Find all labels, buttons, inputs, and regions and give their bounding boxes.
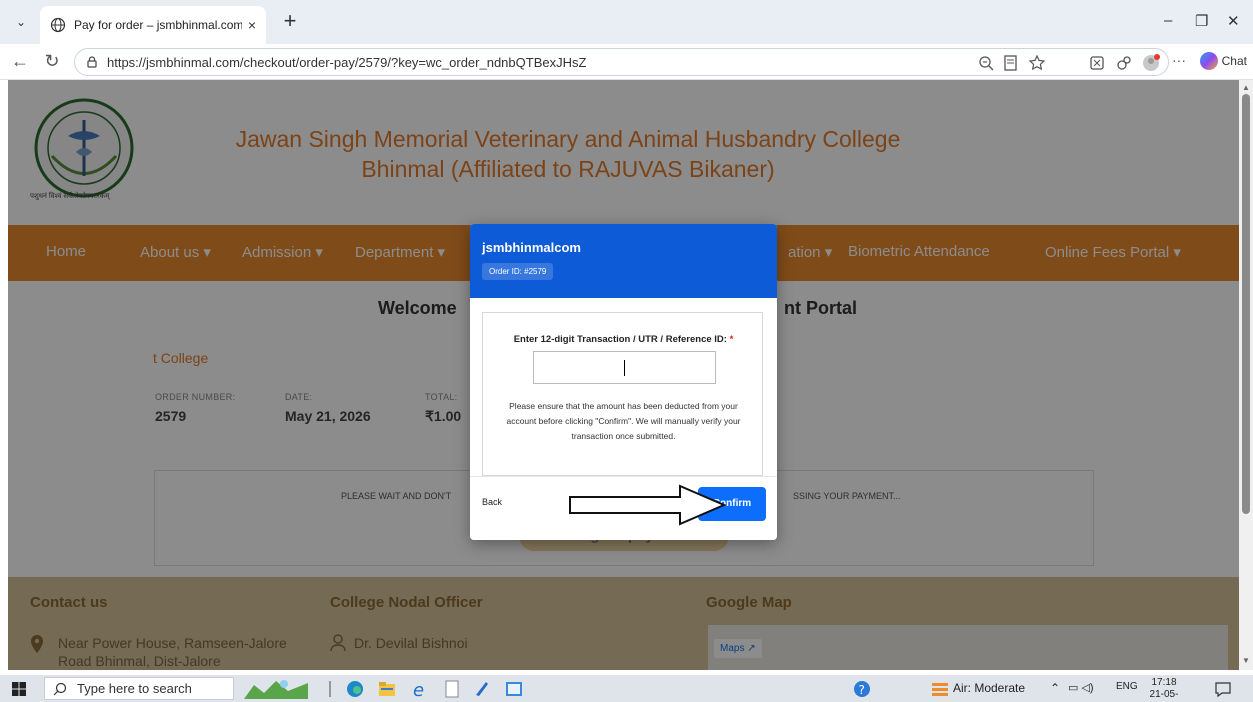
modal-header: jsmbhinmalcom Order ID: #2579 [470,224,777,298]
browser-tab-bar: ⌄ Pay for order – jsmbhinmal.com × + – ❐… [0,0,1253,44]
required-mark: * [729,334,734,345]
air-quality-text[interactable]: Air: Moderate [953,681,1025,695]
collections-icon[interactable] [1115,54,1133,72]
scroll-down-icon[interactable]: ▼ [1242,656,1250,665]
globe-icon [50,17,66,33]
close-window-button[interactable]: ✕ [1227,12,1240,30]
text-cursor [624,360,625,376]
windows-start-icon[interactable] [12,682,26,696]
zoom-icon[interactable] [977,54,995,72]
taskbar-search[interactable]: Type here to search [44,677,234,700]
reader-view-icon[interactable] [1002,54,1020,72]
svg-text:?: ? [859,683,865,697]
file-explorer-icon[interactable] [377,679,397,699]
tray-chevron-icon[interactable]: ⌃ [1050,681,1060,695]
back-arrow-icon[interactable]: ← [10,52,30,70]
restore-button[interactable]: ❐ [1195,12,1208,30]
weather-landscape-icon [244,680,308,699]
url-text: https://jsmbhinmal.com/checkout/order-pa… [107,54,587,70]
edge-browser-icon[interactable] [345,679,365,699]
app-icon[interactable] [320,679,340,699]
clock-date: 21-05-2026 [1149,689,1179,702]
scroll-up-icon[interactable]: ▲ [1242,83,1250,92]
modal-body: Enter 12-digit Transaction / UTR / Refer… [482,312,763,476]
svg-text:e: e [413,680,424,699]
copilot-icon [1199,52,1218,70]
air-quality-icon [932,683,948,696]
back-button[interactable]: Back [482,497,502,507]
copilot-chat-button[interactable]: Chat [1199,52,1247,70]
transaction-id-input[interactable] [533,351,716,384]
search-placeholder: Type here to search [77,681,192,696]
tab-actions-chevron-icon[interactable]: ⌄ [8,9,34,35]
notifications-icon[interactable] [1214,679,1232,699]
modal-site-name: jsmbhinmalcom [482,240,581,255]
more-options-icon[interactable]: ··· [1172,52,1190,70]
snipping-tool-icon[interactable] [504,679,524,699]
clock-time: 17:18 [1151,677,1177,688]
language-indicator[interactable]: ENG [1116,681,1138,692]
transaction-id-label-text: Enter 12-digit Transaction / UTR / Refer… [513,334,727,345]
order-id-badge: Order ID: #2579 [482,263,554,280]
chat-label: Chat [1221,54,1247,68]
browser-toolbar: ← ↻ https://jsmbhinmal.com/checkout/orde… [0,44,1253,80]
favorite-star-icon[interactable] [1028,54,1046,72]
search-icon [53,682,67,695]
internet-explorer-icon[interactable]: e [410,679,430,699]
network-volume-icons[interactable]: ▭ ◁) [1068,681,1094,694]
page-scrollbar[interactable]: ▲ ▼ [1239,80,1253,670]
windows-taskbar: Type here to search e ? Air: Moderate ⌃ … [0,675,1253,702]
new-tab-button[interactable]: + [278,10,302,34]
ensure-deducted-notice: Please ensure that the amount has been d… [506,401,741,441]
help-icon[interactable]: ? [852,679,872,699]
tab-close-icon[interactable]: × [248,17,256,33]
profile-avatar-icon[interactable] [1142,54,1160,72]
lock-icon [87,56,97,68]
browser-tab-active[interactable]: Pay for order – jsmbhinmal.com × [40,6,266,44]
scrollbar-thumb[interactable] [1242,94,1250,514]
minimize-button[interactable]: – [1164,12,1172,29]
taskbar-clock[interactable]: 17:18 21-05-2026 [1144,677,1184,702]
refresh-icon[interactable]: ↻ [42,52,62,70]
tab-title: Pay for order – jsmbhinmal.com [74,18,242,32]
annotation-arrow-icon [569,484,727,526]
extensions-icon[interactable] [1088,54,1106,72]
notepad-icon[interactable] [442,679,462,699]
transaction-id-label: Enter 12-digit Transaction / UTR / Refer… [483,334,764,345]
paint-icon[interactable] [472,679,492,699]
